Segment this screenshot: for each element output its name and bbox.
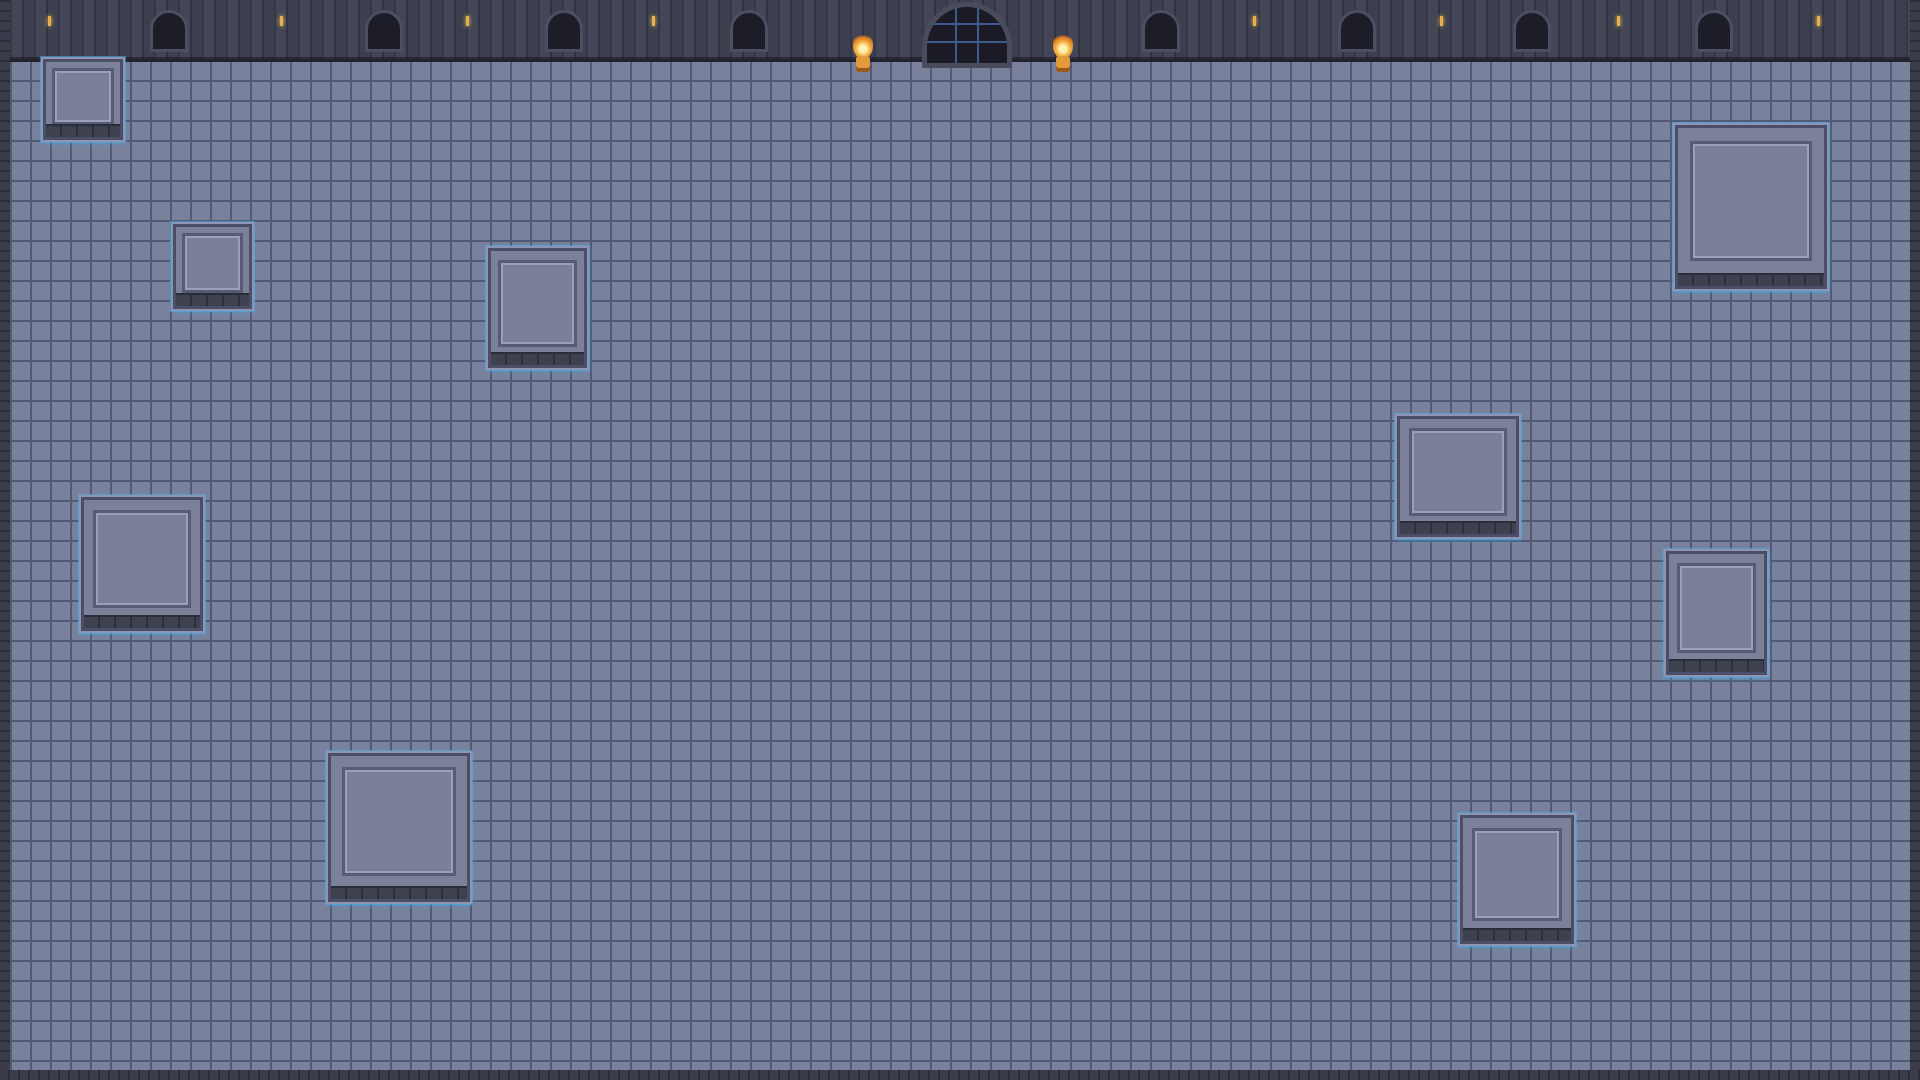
torch-icon	[1048, 32, 1078, 74]
stone-block[interactable]	[43, 59, 123, 140]
stone-block[interactable]	[81, 497, 203, 631]
stone-block[interactable]	[1675, 125, 1827, 289]
candle-icon	[1617, 16, 1620, 26]
candle-icon	[280, 16, 283, 26]
stone-block[interactable]	[1397, 416, 1519, 537]
stone-block[interactable]	[488, 248, 587, 368]
candle-icon	[1440, 16, 1443, 26]
candle-icon	[1253, 16, 1256, 26]
candle-icon	[466, 16, 469, 26]
arched-alcove-icon	[545, 10, 583, 52]
arched-alcove-icon	[150, 10, 188, 52]
candle-icon	[652, 16, 655, 26]
stone-block[interactable]	[1460, 815, 1574, 944]
candle-icon	[48, 16, 51, 26]
stone-block[interactable]	[328, 753, 470, 902]
candle-icon	[1817, 16, 1820, 26]
tiled-floor	[10, 62, 1910, 1070]
arched-alcove-icon	[1142, 10, 1180, 52]
arched-alcove-icon	[730, 10, 768, 52]
stone-block[interactable]	[173, 224, 252, 309]
torch-icon	[848, 32, 878, 74]
game-scene	[0, 0, 1920, 1080]
right-wall	[1910, 0, 1920, 1080]
stone-block[interactable]	[1666, 551, 1767, 675]
arched-alcove-icon	[1695, 10, 1733, 52]
arched-alcove-icon	[1338, 10, 1376, 52]
left-wall	[0, 0, 10, 1080]
bottom-wall	[0, 1070, 1920, 1080]
arched-alcove-icon	[1513, 10, 1551, 52]
arched-alcove-icon	[365, 10, 403, 52]
